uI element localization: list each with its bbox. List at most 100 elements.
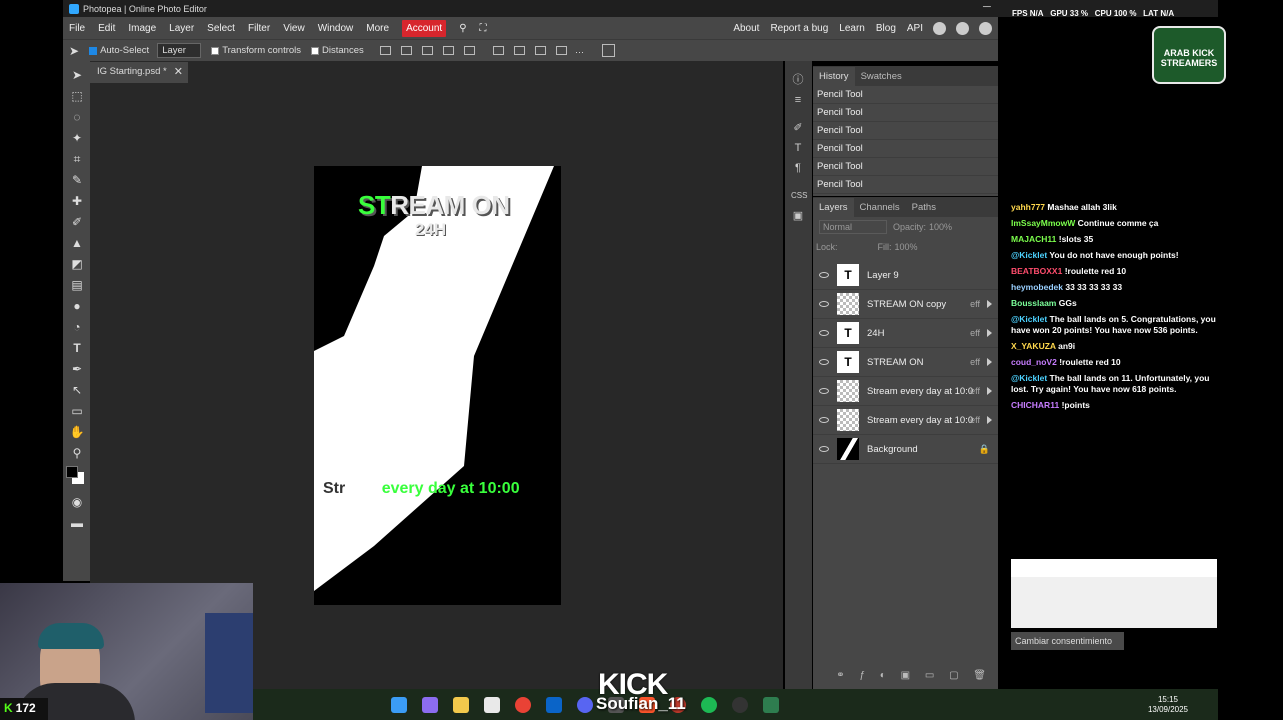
crop-tool-icon[interactable]: ⌗: [69, 152, 85, 166]
effects-label[interactable]: eff: [970, 415, 980, 425]
menu-select[interactable]: Select: [207, 23, 235, 34]
history-item[interactable]: Pencil Tool: [813, 86, 998, 104]
layer-row[interactable]: Stream every day at 10:0 eff: [813, 406, 998, 435]
type-tool-icon[interactable]: T: [69, 341, 85, 355]
link-report-bug[interactable]: Report a bug: [770, 23, 828, 34]
pen-tool-icon[interactable]: ✒: [69, 362, 85, 376]
minimize-icon[interactable]: ─: [983, 1, 991, 13]
character-icon[interactable]: T: [791, 141, 805, 155]
align-icon[interactable]: [379, 46, 391, 55]
account-button[interactable]: Account: [402, 19, 447, 37]
search-icon[interactable]: ⚲: [459, 23, 466, 34]
reddit-icon[interactable]: [933, 21, 946, 35]
menu-more[interactable]: More: [366, 23, 389, 34]
chrome-icon[interactable]: [515, 696, 531, 713]
document-tab[interactable]: IG Starting.psd * ✕: [90, 62, 188, 83]
expand-arrow-icon[interactable]: [987, 387, 992, 395]
brush-tool-icon[interactable]: ✐: [69, 215, 85, 229]
blend-mode-select[interactable]: Normal: [819, 220, 887, 234]
blur-tool-icon[interactable]: ●: [69, 299, 85, 313]
history-item[interactable]: Pencil Tool: [813, 104, 998, 122]
menu-filter[interactable]: Filter: [248, 23, 270, 34]
quick-mask-icon[interactable]: ◉: [69, 495, 85, 509]
fill-value[interactable]: 100%: [895, 242, 918, 252]
link-blog[interactable]: Blog: [876, 23, 896, 34]
expand-arrow-icon[interactable]: [987, 300, 992, 308]
screen-mode-icon[interactable]: ▬: [69, 516, 85, 530]
outlook-icon[interactable]: [546, 696, 562, 713]
tab-history[interactable]: History: [813, 66, 855, 86]
system-clock[interactable]: 15:15 13/09/2025: [1148, 695, 1188, 715]
menu-edit[interactable]: Edit: [98, 23, 115, 34]
marquee-tool-icon[interactable]: ⬚: [69, 89, 85, 103]
history-item[interactable]: Pencil Tool: [813, 176, 998, 194]
opacity-value[interactable]: 100%: [929, 222, 952, 232]
align-top-icon[interactable]: [492, 46, 504, 55]
color-swatches[interactable]: [66, 466, 90, 488]
history-item[interactable]: Pencil Tool: [813, 122, 998, 140]
effects-label[interactable]: eff: [970, 386, 980, 396]
align-middle-icon[interactable]: [513, 46, 525, 55]
layer-row[interactable]: STREAM ON copy eff: [813, 290, 998, 319]
link-about[interactable]: About: [733, 23, 759, 34]
align-center-icon[interactable]: [421, 46, 433, 55]
magic-wand-tool-icon[interactable]: ✦: [69, 131, 85, 145]
visibility-eye-icon[interactable]: [819, 417, 829, 423]
path-select-tool-icon[interactable]: ↖: [69, 383, 85, 397]
hand-tool-icon[interactable]: ✋: [69, 425, 85, 439]
image-icon[interactable]: ▣: [791, 209, 805, 223]
twitter-icon[interactable]: [956, 21, 969, 35]
grid-icon[interactable]: [602, 44, 616, 57]
app-icon[interactable]: [763, 696, 779, 713]
dodge-tool-icon[interactable]: ◔: [69, 320, 85, 334]
effects-label[interactable]: eff: [970, 299, 980, 309]
discord-icon[interactable]: [577, 696, 593, 713]
visibility-eye-icon[interactable]: [819, 359, 829, 365]
brush-settings-icon[interactable]: ✐: [791, 121, 805, 135]
expand-arrow-icon[interactable]: [987, 416, 992, 424]
layer-row[interactable]: T 24H eff: [813, 319, 998, 348]
menu-image[interactable]: Image: [128, 23, 156, 34]
fullscreen-icon[interactable]: ⛶: [480, 23, 487, 34]
menu-file[interactable]: File: [69, 23, 85, 34]
layer-row[interactable]: Background 🔒: [813, 435, 998, 464]
obs-icon[interactable]: [732, 696, 748, 713]
paragraph-icon[interactable]: ¶: [791, 161, 805, 175]
effects-label[interactable]: eff: [970, 328, 980, 338]
align-left-icon[interactable]: [400, 46, 412, 55]
align-right-icon[interactable]: [442, 46, 454, 55]
tab-paths[interactable]: Paths: [906, 198, 942, 217]
expand-arrow-icon[interactable]: [987, 358, 992, 366]
document-canvas[interactable]: STREAM ON 24H Stream every day at 10:00: [314, 166, 561, 605]
move-tool-icon[interactable]: ➤: [69, 44, 79, 58]
menu-view[interactable]: View: [283, 23, 305, 34]
layers-footer-icons[interactable]: ⚭ ƒ ◐ ▣ ▭ ▢ 🗑: [836, 670, 992, 681]
layer-row[interactable]: Stream every day at 10:0 eff: [813, 377, 998, 406]
history-item[interactable]: Pencil Tool: [813, 140, 998, 158]
auto-select-target-select[interactable]: Layer: [157, 43, 202, 58]
transform-controls-checkbox[interactable]: [211, 46, 220, 55]
shape-tool-icon[interactable]: ▭: [69, 404, 85, 418]
expand-arrow-icon[interactable]: [987, 329, 992, 337]
facebook-icon[interactable]: [979, 21, 992, 35]
distribute-vertical-icon[interactable]: [555, 46, 567, 55]
history-item[interactable]: Pencil Tool: [813, 158, 998, 176]
start-icon[interactable]: [391, 696, 407, 713]
copilot-icon[interactable]: [422, 696, 438, 713]
layer-row[interactable]: T Layer 9: [813, 261, 998, 290]
menu-layer[interactable]: Layer: [169, 23, 194, 34]
distribute-icon[interactable]: [463, 46, 475, 55]
menu-window[interactable]: Window: [318, 23, 354, 34]
css-icon[interactable]: CSS: [791, 189, 807, 203]
eyedropper-tool-icon[interactable]: ✎: [69, 173, 85, 187]
effects-label[interactable]: eff: [970, 357, 980, 367]
visibility-eye-icon[interactable]: [819, 272, 829, 278]
layer-row[interactable]: T STREAM ON eff: [813, 348, 998, 377]
more-options-icon[interactable]: …: [575, 45, 585, 56]
properties-icon[interactable]: ≡: [791, 93, 805, 107]
tab-channels[interactable]: Channels: [854, 198, 906, 217]
foreground-color-swatch[interactable]: [66, 466, 78, 478]
info-icon[interactable]: ⓘ: [791, 73, 805, 87]
align-bottom-icon[interactable]: [534, 46, 546, 55]
eraser-tool-icon[interactable]: ◩: [69, 257, 85, 271]
